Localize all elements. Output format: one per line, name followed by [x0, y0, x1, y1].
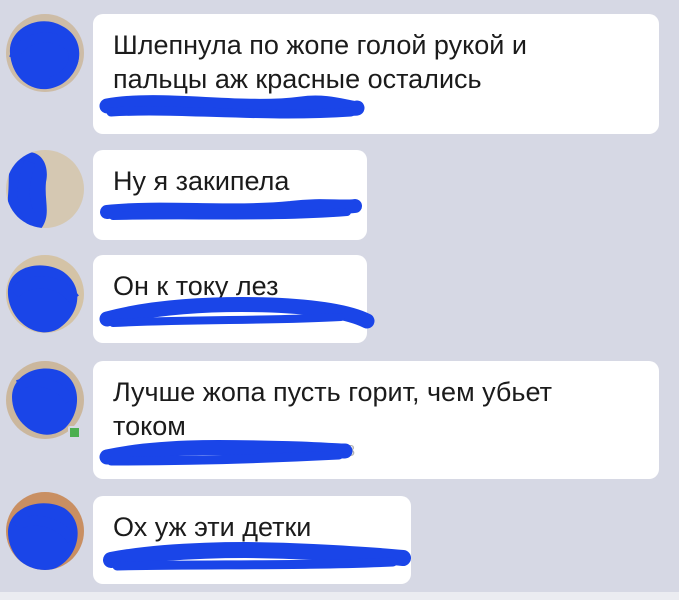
- sender-name-redaction: [99, 439, 353, 466]
- message-text: Ну я закипела: [113, 166, 290, 196]
- message-bubble[interactable]: Шлепнула по жопе голой рукой и пальцы аж…: [93, 14, 659, 134]
- avatar[interactable]: [6, 150, 84, 228]
- avatar-redaction-scribble: [7, 265, 79, 333]
- avatar-redaction-scribble: [9, 21, 80, 90]
- sender-name-redaction: [103, 542, 411, 571]
- message-text: Лучше жопа пусть горит, чем убьет током: [113, 377, 552, 441]
- avatar-redaction-scribble: [8, 503, 78, 570]
- message-bubble[interactable]: Ох уж эти детки 17:38: [93, 496, 411, 584]
- avatar[interactable]: [6, 255, 84, 333]
- message-text: Шлепнула по жопе голой рукой и пальцы аж…: [113, 30, 527, 94]
- message-bubble[interactable]: Лучше жопа пусть горит, чем убьет током …: [93, 361, 659, 479]
- avatar[interactable]: [6, 14, 84, 92]
- avatar[interactable]: [6, 492, 84, 570]
- sender-name-redaction: [100, 199, 362, 220]
- avatar-redaction-scribble: [7, 152, 47, 228]
- message-bubble[interactable]: Он к току лез 17:37: [93, 255, 375, 343]
- message-text: Ох уж эти детки: [113, 512, 312, 542]
- sender-name-redaction: [99, 95, 365, 119]
- message-bubble[interactable]: Ну я закипела 17:37: [93, 150, 367, 240]
- bottom-input-strip: [0, 592, 679, 600]
- sender-name-redaction: [99, 297, 375, 329]
- online-status-indicator: [68, 426, 81, 439]
